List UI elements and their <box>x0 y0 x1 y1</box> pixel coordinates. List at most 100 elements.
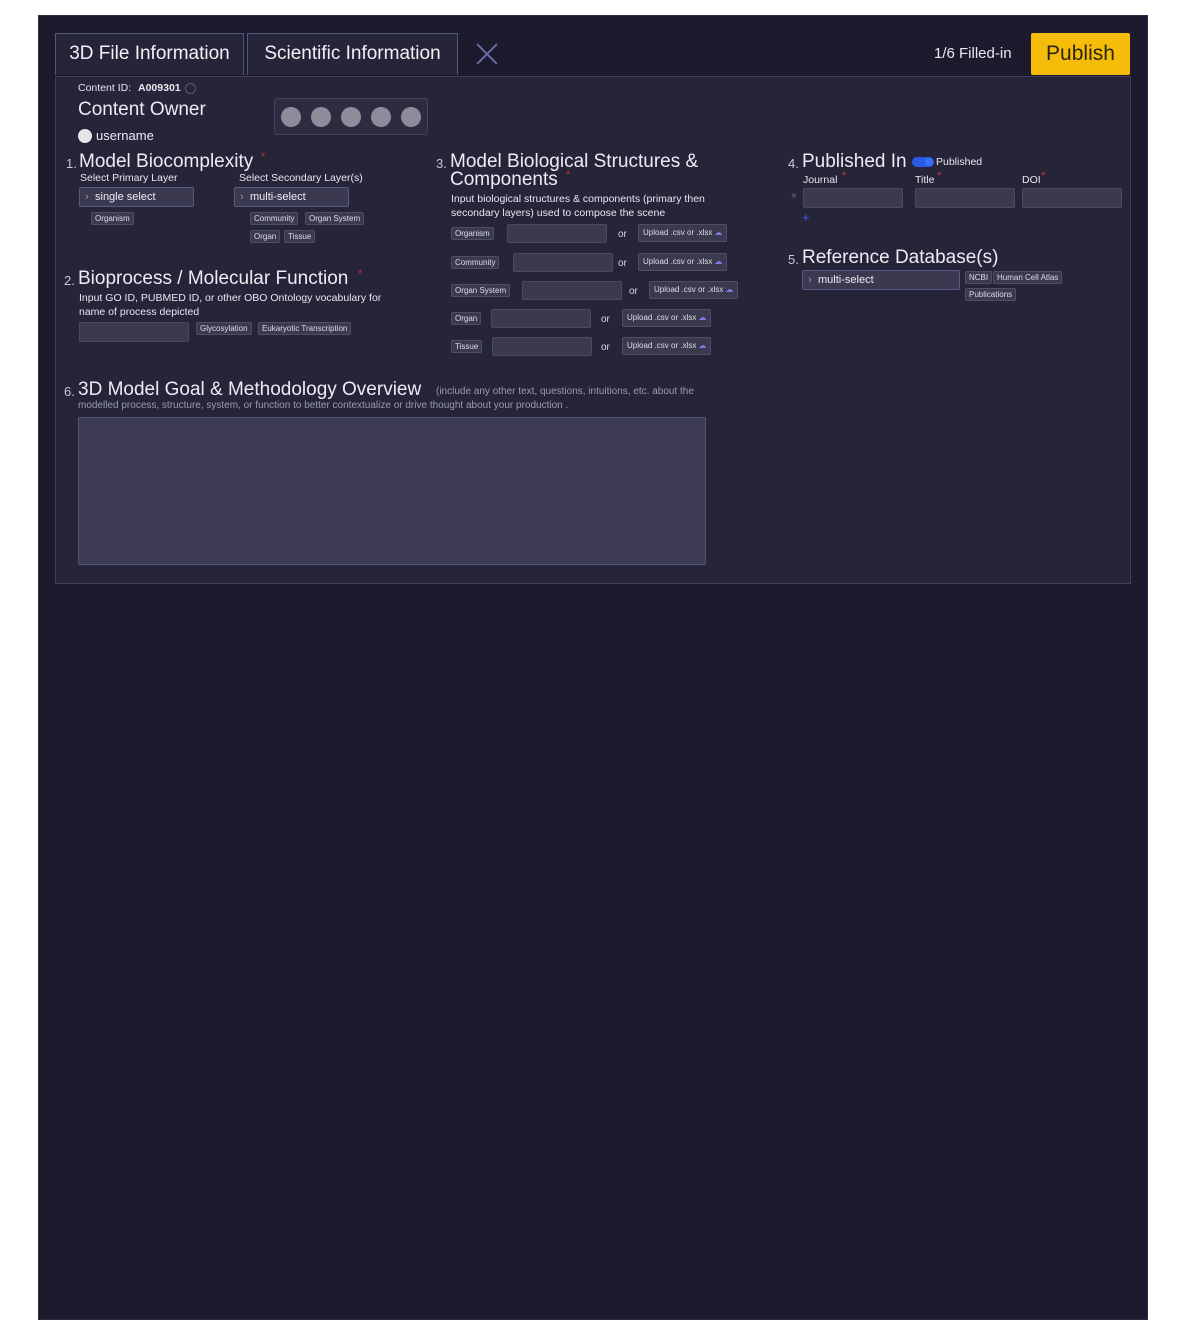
avatar[interactable] <box>371 107 391 127</box>
organ-system-input[interactable] <box>522 281 622 300</box>
section-5-title: Reference Database(s) <box>802 247 999 268</box>
section-5-number: 5. <box>788 252 799 267</box>
section-3-desc: Input biological structures & components… <box>451 193 705 205</box>
row-label-community: Community <box>451 256 500 269</box>
chevron-right-icon: › <box>85 191 89 203</box>
chip-organ[interactable]: Organ <box>250 230 281 243</box>
section-3-number: 3. <box>436 156 447 171</box>
chevron-right-icon: › <box>808 274 812 286</box>
required-marker: * <box>261 151 266 163</box>
required-marker: * <box>358 268 363 280</box>
title-label: Title <box>915 174 935 186</box>
tab-3d-file-information[interactable]: 3D File Information <box>55 33 244 75</box>
avatar[interactable] <box>281 107 301 127</box>
title-input[interactable] <box>915 188 1015 208</box>
row-label-tissue: Tissue <box>451 340 483 353</box>
section-2-title: Bioprocess / Molecular Function <box>78 268 349 289</box>
close-icon[interactable] <box>475 42 499 66</box>
secondary-layer-select[interactable]: › multi-select <box>234 187 349 207</box>
section-2-desc: Input GO ID, PUBMED ID, or other OBO Ont… <box>79 292 382 304</box>
chevron-right-icon: › <box>240 191 244 203</box>
chip-organ-system[interactable]: Organ System <box>305 212 365 225</box>
publish-button[interactable]: Publish <box>1031 33 1130 75</box>
chip-human-cell-atlas[interactable]: Human Cell Atlas <box>993 271 1063 284</box>
primary-layer-select[interactable]: › single select <box>79 187 194 207</box>
chip-ncbi[interactable]: NCBI <box>965 271 993 284</box>
select-value: single select <box>95 191 156 203</box>
required-marker: * <box>842 170 847 182</box>
upload-cloud-icon: ☁ <box>714 257 723 266</box>
organ-input[interactable] <box>491 309 591 328</box>
or-label: or <box>629 286 638 297</box>
row-label-organ: Organ <box>451 312 482 325</box>
upload-cloud-icon: ☁ <box>698 341 707 350</box>
row-label-organism: Organism <box>451 227 494 240</box>
row-label-organ-system: Organ System <box>451 284 511 297</box>
add-publication-icon[interactable]: + <box>802 210 810 225</box>
journal-label: Journal <box>803 174 838 186</box>
remove-row-icon[interactable]: × <box>791 191 797 202</box>
info-icon[interactable] <box>185 83 196 94</box>
section-6-note: (include any other text, questions, intu… <box>436 386 694 397</box>
chip-organism[interactable]: Organism <box>91 212 134 225</box>
user-avatar <box>78 129 92 143</box>
upload-cloud-icon: ☁ <box>714 228 723 237</box>
tab-scientific-information[interactable]: Scientific Information <box>247 33 458 75</box>
avatar[interactable] <box>341 107 361 127</box>
section-3-title: Components <box>450 169 558 190</box>
upload-organ-system-button[interactable]: Upload .csv or .xlsx ☁ <box>649 281 739 299</box>
or-label: or <box>618 229 627 240</box>
chip-glycosylation[interactable]: Glycosylation <box>196 322 252 335</box>
section-6-number: 6. <box>64 384 75 399</box>
content-owner-title: Content Owner <box>78 99 206 120</box>
section-3-desc: secondary layers) used to compose the sc… <box>451 207 666 219</box>
section-1-title: Model Biocomplexity <box>79 151 254 172</box>
upload-community-button[interactable]: Upload .csv or .xlsx ☁ <box>638 253 728 271</box>
content-id-value: A009301 <box>138 82 181 94</box>
upload-cloud-icon: ☁ <box>698 313 707 322</box>
organism-input[interactable] <box>507 224 607 243</box>
app-window: 3D File Information Scientific Informati… <box>38 15 1148 1320</box>
chip-tissue[interactable]: Tissue <box>284 230 316 243</box>
select-value: multi-select <box>818 274 874 286</box>
tissue-input[interactable] <box>492 337 592 356</box>
avatar[interactable] <box>401 107 421 127</box>
community-input[interactable] <box>513 253 613 272</box>
methodology-overview-textarea[interactable] <box>78 417 706 565</box>
journal-input[interactable] <box>803 188 903 208</box>
section-2-desc: name of process depicted <box>79 306 200 318</box>
upload-organism-button[interactable]: Upload .csv or .xlsx ☁ <box>638 224 728 242</box>
username: username <box>96 128 154 143</box>
upload-organ-button[interactable]: Upload .csv or .xlsx ☁ <box>622 309 712 327</box>
or-label: or <box>618 258 627 269</box>
filled-status: 1/6 Filled-in <box>934 45 1012 62</box>
required-marker: * <box>1041 170 1046 182</box>
upload-cloud-icon: ☁ <box>725 285 734 294</box>
reference-database-select[interactable]: › multi-select <box>802 270 960 290</box>
secondary-layer-label: Select Secondary Layer(s) <box>239 172 363 184</box>
chip-eukaryotic-transcription[interactable]: Eukaryotic Transcription <box>258 322 352 335</box>
primary-layer-label: Select Primary Layer <box>80 172 178 184</box>
select-value: multi-select <box>250 191 306 203</box>
doi-label: DOI <box>1022 174 1041 186</box>
required-marker: * <box>937 170 942 182</box>
section-4-number: 4. <box>788 156 799 171</box>
chip-publications[interactable]: Publications <box>965 288 1017 301</box>
published-toggle-label: Published <box>936 156 983 168</box>
or-label: or <box>601 314 610 325</box>
doi-input[interactable] <box>1022 188 1122 208</box>
published-toggle[interactable] <box>912 157 934 167</box>
section-6-title: 3D Model Goal & Methodology Overview <box>78 379 422 400</box>
bioprocess-input[interactable] <box>79 322 189 342</box>
upload-tissue-button[interactable]: Upload .csv or .xlsx ☁ <box>622 337 712 355</box>
scientific-info-panel: Content ID: A009301 Content Owner userna… <box>55 76 1131 584</box>
collaborator-avatars <box>274 98 428 135</box>
section-6-note: modelled process, structure, system, or … <box>78 400 569 411</box>
chip-community[interactable]: Community <box>250 212 299 225</box>
section-4-title: Published In <box>802 151 907 172</box>
avatar[interactable] <box>311 107 331 127</box>
or-label: or <box>601 342 610 353</box>
content-id-label: Content ID: <box>78 82 132 94</box>
section-1-number: 1. <box>66 156 77 171</box>
required-marker: * <box>566 169 571 181</box>
